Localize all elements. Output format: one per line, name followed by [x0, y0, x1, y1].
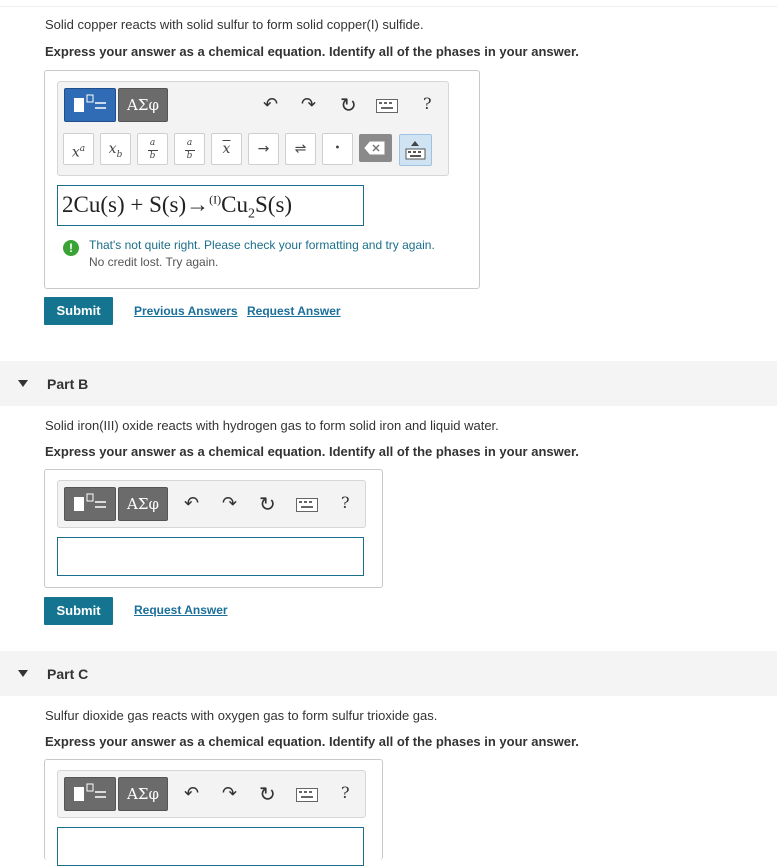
- mixed-fraction-template-button[interactable]: ab: [174, 133, 205, 165]
- greek-symbols-button[interactable]: ΑΣφ: [118, 487, 168, 521]
- greek-symbols-button[interactable]: ΑΣφ: [118, 777, 168, 811]
- part-b-toolbar: ΑΣφ ↶ ↷ ↻ ?: [57, 480, 366, 528]
- part-c-answer-input[interactable]: [57, 827, 364, 866]
- redo-icon[interactable]: ↷: [301, 94, 316, 115]
- part-c-prompt: Sulfur dioxide gas reacts with oxygen ga…: [45, 708, 438, 723]
- part-c-answer-box: ΑΣφ ↶ ↷ ↻ ?: [44, 759, 383, 866]
- help-button[interactable]: ?: [341, 493, 350, 512]
- help-button[interactable]: ?: [341, 783, 350, 802]
- part-c-header[interactable]: [0, 651, 777, 696]
- answer-product-s: S(s): [255, 192, 293, 217]
- part-a-instruction: Express your answer as a chemical equati…: [45, 44, 579, 59]
- feedback-subtext: No credit lost. Try again.: [89, 255, 219, 269]
- help-button[interactable]: ?: [423, 94, 432, 113]
- part-c-instruction: Express your answer as a chemical equati…: [45, 734, 579, 749]
- part-b-collapse-icon[interactable]: [18, 380, 28, 387]
- part-b-answer-box: ΑΣφ ↶ ↷ ↻ ?: [44, 469, 383, 588]
- templates-icon: [74, 493, 106, 511]
- warning-icon: !: [63, 240, 79, 256]
- overline-template-button[interactable]: x: [211, 133, 242, 165]
- answer-product-subscript: 2: [248, 206, 255, 222]
- part-b-header[interactable]: [0, 361, 777, 406]
- keypad-toggle-button[interactable]: [399, 134, 432, 166]
- keypad-icon: [405, 141, 426, 160]
- templates-icon: [74, 94, 106, 112]
- answer-superscript: (I): [209, 192, 222, 207]
- keyboard-icon[interactable]: [296, 498, 318, 515]
- reset-icon[interactable]: ↻: [259, 782, 276, 806]
- undo-icon[interactable]: ↶: [263, 94, 278, 115]
- undo-icon[interactable]: ↶: [184, 493, 199, 514]
- keyboard-icon[interactable]: [296, 788, 318, 805]
- part-a-answer-input[interactable]: 2Cu(s) + S(s)→(I)Cu2S(s): [57, 185, 364, 226]
- part-b-title: Part B: [47, 376, 89, 392]
- arrow-template-button[interactable]: →: [248, 133, 279, 165]
- superscript-template-button[interactable]: xa: [63, 133, 94, 165]
- part-b-instruction: Express your answer as a chemical equati…: [45, 444, 579, 459]
- reset-icon[interactable]: ↻: [340, 93, 357, 117]
- subscript-template-button[interactable]: xb: [100, 133, 131, 165]
- part-a-answer-box: ΑΣφ ↶ ↷ ↻ ? xa xb ab ab x → ⇌ • 2Cu(s) +…: [44, 70, 480, 289]
- templates-button[interactable]: [64, 487, 116, 521]
- dot-template-button[interactable]: •: [322, 133, 353, 165]
- redo-icon[interactable]: ↷: [222, 783, 237, 804]
- reset-icon[interactable]: ↻: [259, 492, 276, 516]
- part-b-request-answer-link[interactable]: Request Answer: [134, 603, 228, 617]
- part-a-prompt: Solid copper reacts with solid sulfur to…: [45, 17, 424, 32]
- part-c-toolbar: ΑΣφ ↶ ↷ ↻ ?: [57, 770, 366, 818]
- part-c-collapse-icon[interactable]: [18, 670, 28, 677]
- answer-reactants: 2Cu(s) + S(s): [62, 192, 187, 217]
- templates-button[interactable]: [64, 88, 116, 122]
- greek-symbols-button[interactable]: ΑΣφ: [118, 88, 168, 122]
- previous-answers-link[interactable]: Previous Answers: [134, 304, 238, 318]
- equilibrium-template-button[interactable]: ⇌: [285, 133, 316, 165]
- part-b-submit-button[interactable]: Submit: [44, 597, 113, 625]
- fraction-template-button[interactable]: ab: [137, 133, 168, 165]
- templates-icon: [74, 783, 106, 801]
- part-c-title: Part C: [47, 666, 89, 682]
- part-a-request-answer-link[interactable]: Request Answer: [247, 304, 341, 318]
- backspace-icon: [364, 141, 385, 155]
- redo-icon[interactable]: ↷: [222, 493, 237, 514]
- part-b-answer-input[interactable]: [57, 537, 364, 576]
- top-divider: [0, 6, 777, 7]
- part-a-submit-button[interactable]: Submit: [44, 297, 113, 325]
- part-b-prompt: Solid iron(III) oxide reacts with hydrog…: [45, 418, 499, 433]
- backspace-button[interactable]: [359, 134, 392, 162]
- undo-icon[interactable]: ↶: [184, 783, 199, 804]
- feedback-message: That's not quite right. Please check you…: [89, 238, 435, 252]
- part-a-toolbar: ΑΣφ ↶ ↷ ↻ ? xa xb ab ab x → ⇌ •: [57, 81, 449, 176]
- answer-product-cu: Cu: [221, 192, 248, 217]
- answer-arrow: →: [186, 192, 210, 217]
- keyboard-icon[interactable]: [376, 99, 398, 116]
- templates-button[interactable]: [64, 777, 116, 811]
